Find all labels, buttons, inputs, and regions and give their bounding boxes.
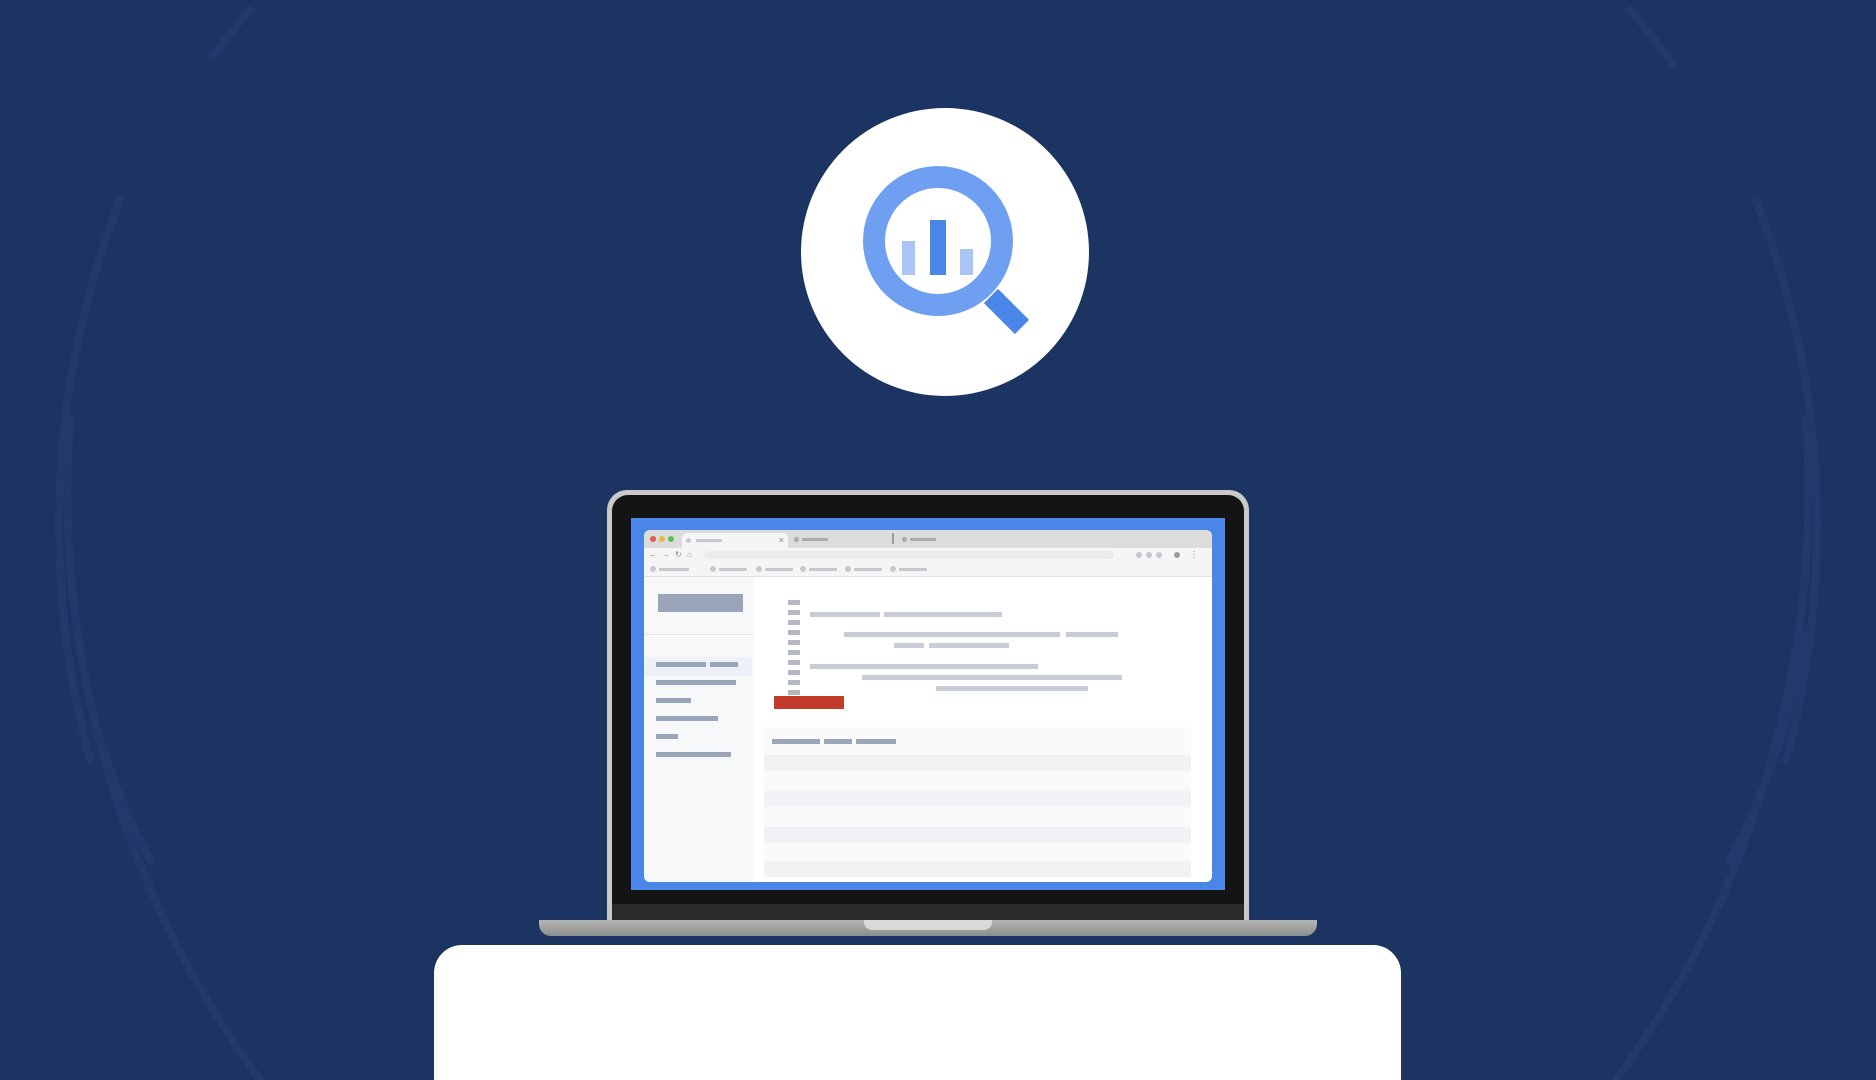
- query-results-panel: [764, 727, 1191, 877]
- extension-icon[interactable]: [1136, 552, 1142, 558]
- bookmark-icon: [710, 566, 716, 572]
- line-number: [788, 650, 800, 655]
- browser-tab-2-favicon: [794, 537, 799, 542]
- sidebar-item[interactable]: [656, 734, 678, 739]
- sidebar-item[interactable]: [656, 698, 691, 703]
- browser-tab-active[interactable]: ×: [682, 533, 788, 548]
- app-sidebar: [644, 577, 754, 882]
- browser-toolbar: ← → ↻ ⌂ ⋮: [644, 548, 1212, 562]
- bookmark-item[interactable]: [719, 568, 747, 571]
- bookmark-item[interactable]: [765, 568, 793, 571]
- line-number: [788, 660, 800, 665]
- bookmark-icon: [650, 566, 656, 572]
- profile-avatar-icon[interactable]: [1174, 552, 1180, 558]
- maximize-window-dot[interactable]: [668, 536, 674, 542]
- sidebar-header-block: [658, 594, 743, 612]
- sidebar-item[interactable]: [656, 752, 731, 757]
- run-query-button[interactable]: [774, 696, 844, 709]
- results-tab[interactable]: [856, 739, 896, 744]
- tab-title-placeholder: [696, 539, 722, 542]
- line-number: [788, 610, 800, 615]
- results-row: [764, 827, 1191, 843]
- line-number: [788, 630, 800, 635]
- tab-favicon: [686, 538, 691, 543]
- query-code-line[interactable]: [894, 643, 924, 648]
- logo-badge: [801, 108, 1089, 396]
- bookmark-item[interactable]: [854, 568, 882, 571]
- browser-window: × ← → ↻ ⌂ ⋮: [644, 530, 1212, 882]
- pedestal: [434, 945, 1401, 1080]
- line-number: [788, 640, 800, 645]
- address-bar[interactable]: [704, 551, 1114, 559]
- line-number: [788, 620, 800, 625]
- results-row: [764, 861, 1191, 877]
- back-icon[interactable]: ←: [649, 548, 657, 562]
- extension-icon[interactable]: [1156, 552, 1162, 558]
- home-icon[interactable]: ⌂: [687, 548, 692, 562]
- reload-icon[interactable]: ↻: [675, 548, 682, 562]
- query-code-line[interactable]: [844, 632, 1060, 637]
- tab-close-icon[interactable]: ×: [779, 533, 784, 548]
- sidebar-item[interactable]: [710, 662, 738, 667]
- bookmarks-bar: [644, 562, 1212, 577]
- tab-divider: [892, 533, 894, 544]
- line-number: [788, 680, 800, 685]
- bookmark-item[interactable]: [899, 568, 927, 571]
- bookmark-icon: [800, 566, 806, 572]
- magnifier-bar-chart-icon: [863, 166, 1030, 335]
- minimize-window-dot[interactable]: [659, 536, 665, 542]
- extension-icon[interactable]: [1146, 552, 1152, 558]
- line-number: [788, 670, 800, 675]
- browser-tab-3-favicon: [902, 537, 907, 542]
- browser-tab-3[interactable]: [910, 538, 936, 541]
- query-code-line[interactable]: [1066, 632, 1118, 637]
- query-code-line[interactable]: [810, 612, 880, 617]
- line-number: [788, 600, 800, 605]
- results-row: [764, 791, 1191, 807]
- query-code-line[interactable]: [862, 675, 1122, 680]
- animation-scene: × ← → ↻ ⌂ ⋮: [0, 0, 1876, 1080]
- bookmark-icon: [756, 566, 762, 572]
- query-code-line[interactable]: [884, 612, 1002, 617]
- browser-tab-bar: ×: [644, 530, 1212, 548]
- browser-tab-2[interactable]: [802, 538, 828, 541]
- laptop-notch: [864, 920, 992, 930]
- results-tab[interactable]: [772, 739, 820, 744]
- query-code-line[interactable]: [929, 643, 1009, 648]
- line-number: [788, 690, 800, 695]
- sidebar-divider: [644, 634, 754, 635]
- bookmark-item[interactable]: [809, 568, 837, 571]
- results-row: [764, 755, 1191, 771]
- query-code-line[interactable]: [936, 686, 1088, 691]
- bookmark-icon: [890, 566, 896, 572]
- bookmark-icon: [845, 566, 851, 572]
- kebab-menu-icon[interactable]: ⋮: [1190, 548, 1198, 562]
- forward-icon[interactable]: →: [662, 548, 670, 562]
- sidebar-item[interactable]: [656, 662, 706, 667]
- query-code-line[interactable]: [810, 664, 1038, 669]
- close-window-dot[interactable]: [650, 536, 656, 542]
- sidebar-item[interactable]: [656, 716, 718, 721]
- sidebar-item[interactable]: [656, 680, 736, 685]
- results-tab[interactable]: [824, 739, 852, 744]
- bookmark-item[interactable]: [659, 568, 689, 571]
